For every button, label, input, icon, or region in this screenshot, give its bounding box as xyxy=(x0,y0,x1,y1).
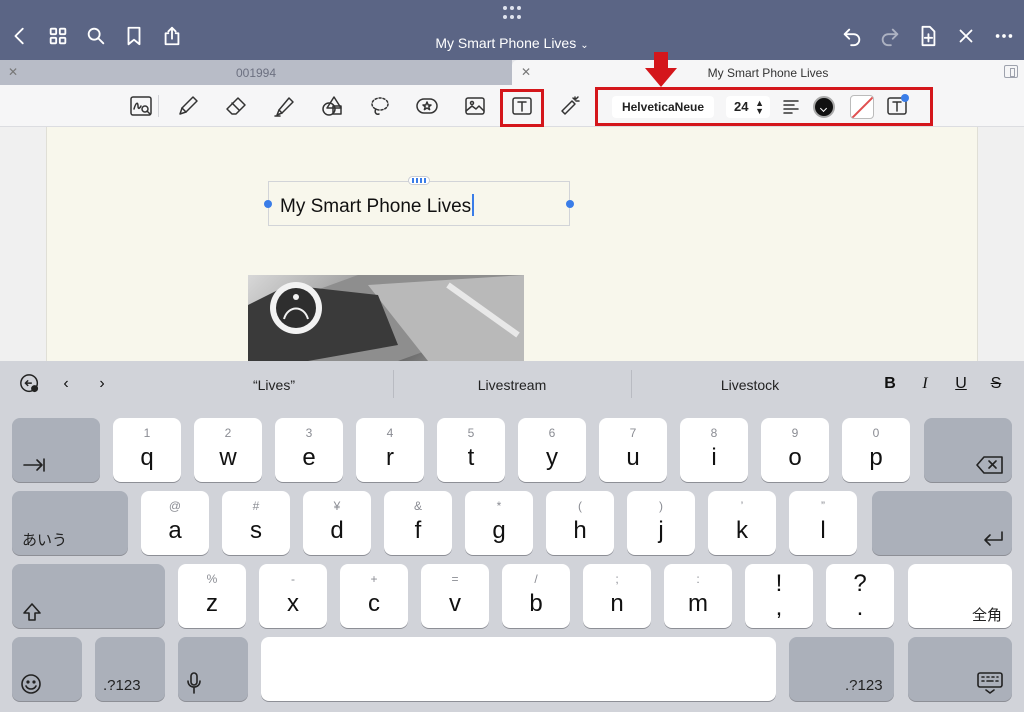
top-navigation-bar: My Smart Phone Lives ⌄ xyxy=(0,0,1024,60)
document-title: My Smart Phone Lives xyxy=(435,35,577,51)
previous-field-icon[interactable]: ‹ xyxy=(55,373,77,395)
keyboard-suggestion-bar: ‹ › “Lives” Livestream Livestock B I U S xyxy=(0,361,1024,407)
handwriting-search-icon[interactable] xyxy=(127,92,155,120)
text-box-content[interactable]: My Smart Phone Lives xyxy=(280,194,475,218)
italic-button[interactable]: I xyxy=(914,373,936,395)
toolbar-divider xyxy=(158,95,159,117)
key-x[interactable]: -x xyxy=(259,564,327,628)
tab-inactive[interactable]: ✕ 001994 xyxy=(0,60,512,85)
tab-label: 001994 xyxy=(235,66,277,80)
more-icon[interactable] xyxy=(992,24,1016,48)
key-d[interactable]: ¥ d xyxy=(303,491,371,555)
inserted-photo[interactable] xyxy=(248,275,524,361)
split-view-icon[interactable] xyxy=(1004,65,1018,78)
key-s[interactable]: # s xyxy=(222,491,290,555)
key-l[interactable]: ” l xyxy=(789,491,857,555)
tab-active[interactable]: ✕ My Smart Phone Lives xyxy=(512,60,1024,85)
key-o[interactable]: 9o xyxy=(761,418,829,482)
key-exclamation-comma[interactable]: !, xyxy=(745,564,813,628)
shapes-icon[interactable] xyxy=(318,92,346,120)
key-b[interactable]: / b xyxy=(502,564,570,628)
onscreen-keyboard: ‹ › “Lives” Livestream Livestock B I U S… xyxy=(0,361,1024,712)
key-question-period[interactable]: ?. xyxy=(826,564,894,628)
emoji-key[interactable] xyxy=(12,637,82,701)
numbers-key-left[interactable]: .?123 xyxy=(95,637,165,701)
key-v[interactable]: = v xyxy=(421,564,489,628)
key-j[interactable]: ) j xyxy=(627,491,695,555)
key-k[interactable]: ’ k xyxy=(708,491,776,555)
eraser-icon[interactable] xyxy=(222,92,250,120)
close-icon[interactable] xyxy=(954,24,978,48)
document-title-menu[interactable]: My Smart Phone Lives ⌄ xyxy=(0,35,1024,51)
pen-icon[interactable] xyxy=(174,92,202,120)
redo-icon[interactable] xyxy=(878,24,902,48)
space-bar[interactable] xyxy=(261,637,776,701)
next-field-icon[interactable]: › xyxy=(91,373,113,395)
key-h[interactable]: (h xyxy=(546,491,614,555)
key-p[interactable]: 0p xyxy=(842,418,910,482)
return-key[interactable] xyxy=(872,491,1012,555)
zenkaku-key[interactable]: 全角 xyxy=(908,564,1012,628)
lasso-icon[interactable] xyxy=(366,92,394,120)
key-e[interactable]: 3e xyxy=(275,418,343,482)
key-u[interactable]: 7u xyxy=(599,418,667,482)
key-f[interactable]: & f xyxy=(384,491,452,555)
tab-strip: ✕ 001994 ✕ My Smart Phone Lives xyxy=(0,60,1024,85)
text-format-highlight xyxy=(595,87,933,126)
text-caret xyxy=(472,194,475,216)
highlighter-icon[interactable] xyxy=(270,92,298,120)
underline-button[interactable]: U xyxy=(950,373,972,395)
keyboard-shortcuts-icon[interactable] xyxy=(19,373,41,395)
key-a[interactable]: @ a xyxy=(141,491,209,555)
key-n[interactable]: ; n xyxy=(583,564,651,628)
text-box[interactable]: My Smart Phone Lives xyxy=(268,181,570,226)
delete-key[interactable] xyxy=(924,418,1012,482)
red-arrow-icon xyxy=(645,52,677,87)
key-m[interactable]: :m xyxy=(664,564,732,628)
suggestion-1[interactable]: “Lives” xyxy=(155,377,393,393)
text-box-drag-handle[interactable] xyxy=(408,176,430,185)
shift-key[interactable] xyxy=(12,564,165,628)
sticker-icon[interactable] xyxy=(413,92,441,120)
key-c[interactable]: + c xyxy=(340,564,408,628)
multitask-grip-icon[interactable] xyxy=(500,6,524,26)
key-q[interactable]: 1q xyxy=(113,418,181,482)
key-r[interactable]: 4r xyxy=(356,418,424,482)
bold-button[interactable]: B xyxy=(879,373,901,395)
undo-icon[interactable] xyxy=(840,24,864,48)
key-z[interactable]: % z xyxy=(178,564,246,628)
dismiss-keyboard-key[interactable] xyxy=(908,637,1012,701)
app-root: My Smart Phone Lives ⌄ ✕ 001994 ✕ My Smar… xyxy=(0,0,1024,712)
key-t[interactable]: 5t xyxy=(437,418,505,482)
numbers-key-right[interactable]: .?123 xyxy=(789,637,894,701)
text-box-resize-handle-left[interactable] xyxy=(264,200,272,208)
key-i[interactable]: 8i xyxy=(680,418,748,482)
dictation-key[interactable] xyxy=(178,637,248,701)
new-page-icon[interactable] xyxy=(916,24,940,48)
image-icon[interactable] xyxy=(461,92,489,120)
tab-label: My Smart Phone Lives xyxy=(707,66,829,80)
key-y[interactable]: 6y xyxy=(518,418,586,482)
suggestion-3[interactable]: Livestock xyxy=(631,377,869,393)
key-w[interactable]: 2w xyxy=(194,418,262,482)
text-box-resize-handle-right[interactable] xyxy=(566,200,574,208)
tab-key[interactable] xyxy=(12,418,100,482)
laser-pointer-icon[interactable] xyxy=(556,92,584,120)
chevron-down-icon: ⌄ xyxy=(580,40,589,51)
suggestion-2[interactable]: Livestream xyxy=(393,377,631,393)
text-tool-highlight xyxy=(500,89,544,127)
strikethrough-button[interactable]: S xyxy=(985,373,1007,395)
key-g[interactable]: * g xyxy=(465,491,533,555)
kana-key[interactable]: あいう xyxy=(12,491,128,555)
